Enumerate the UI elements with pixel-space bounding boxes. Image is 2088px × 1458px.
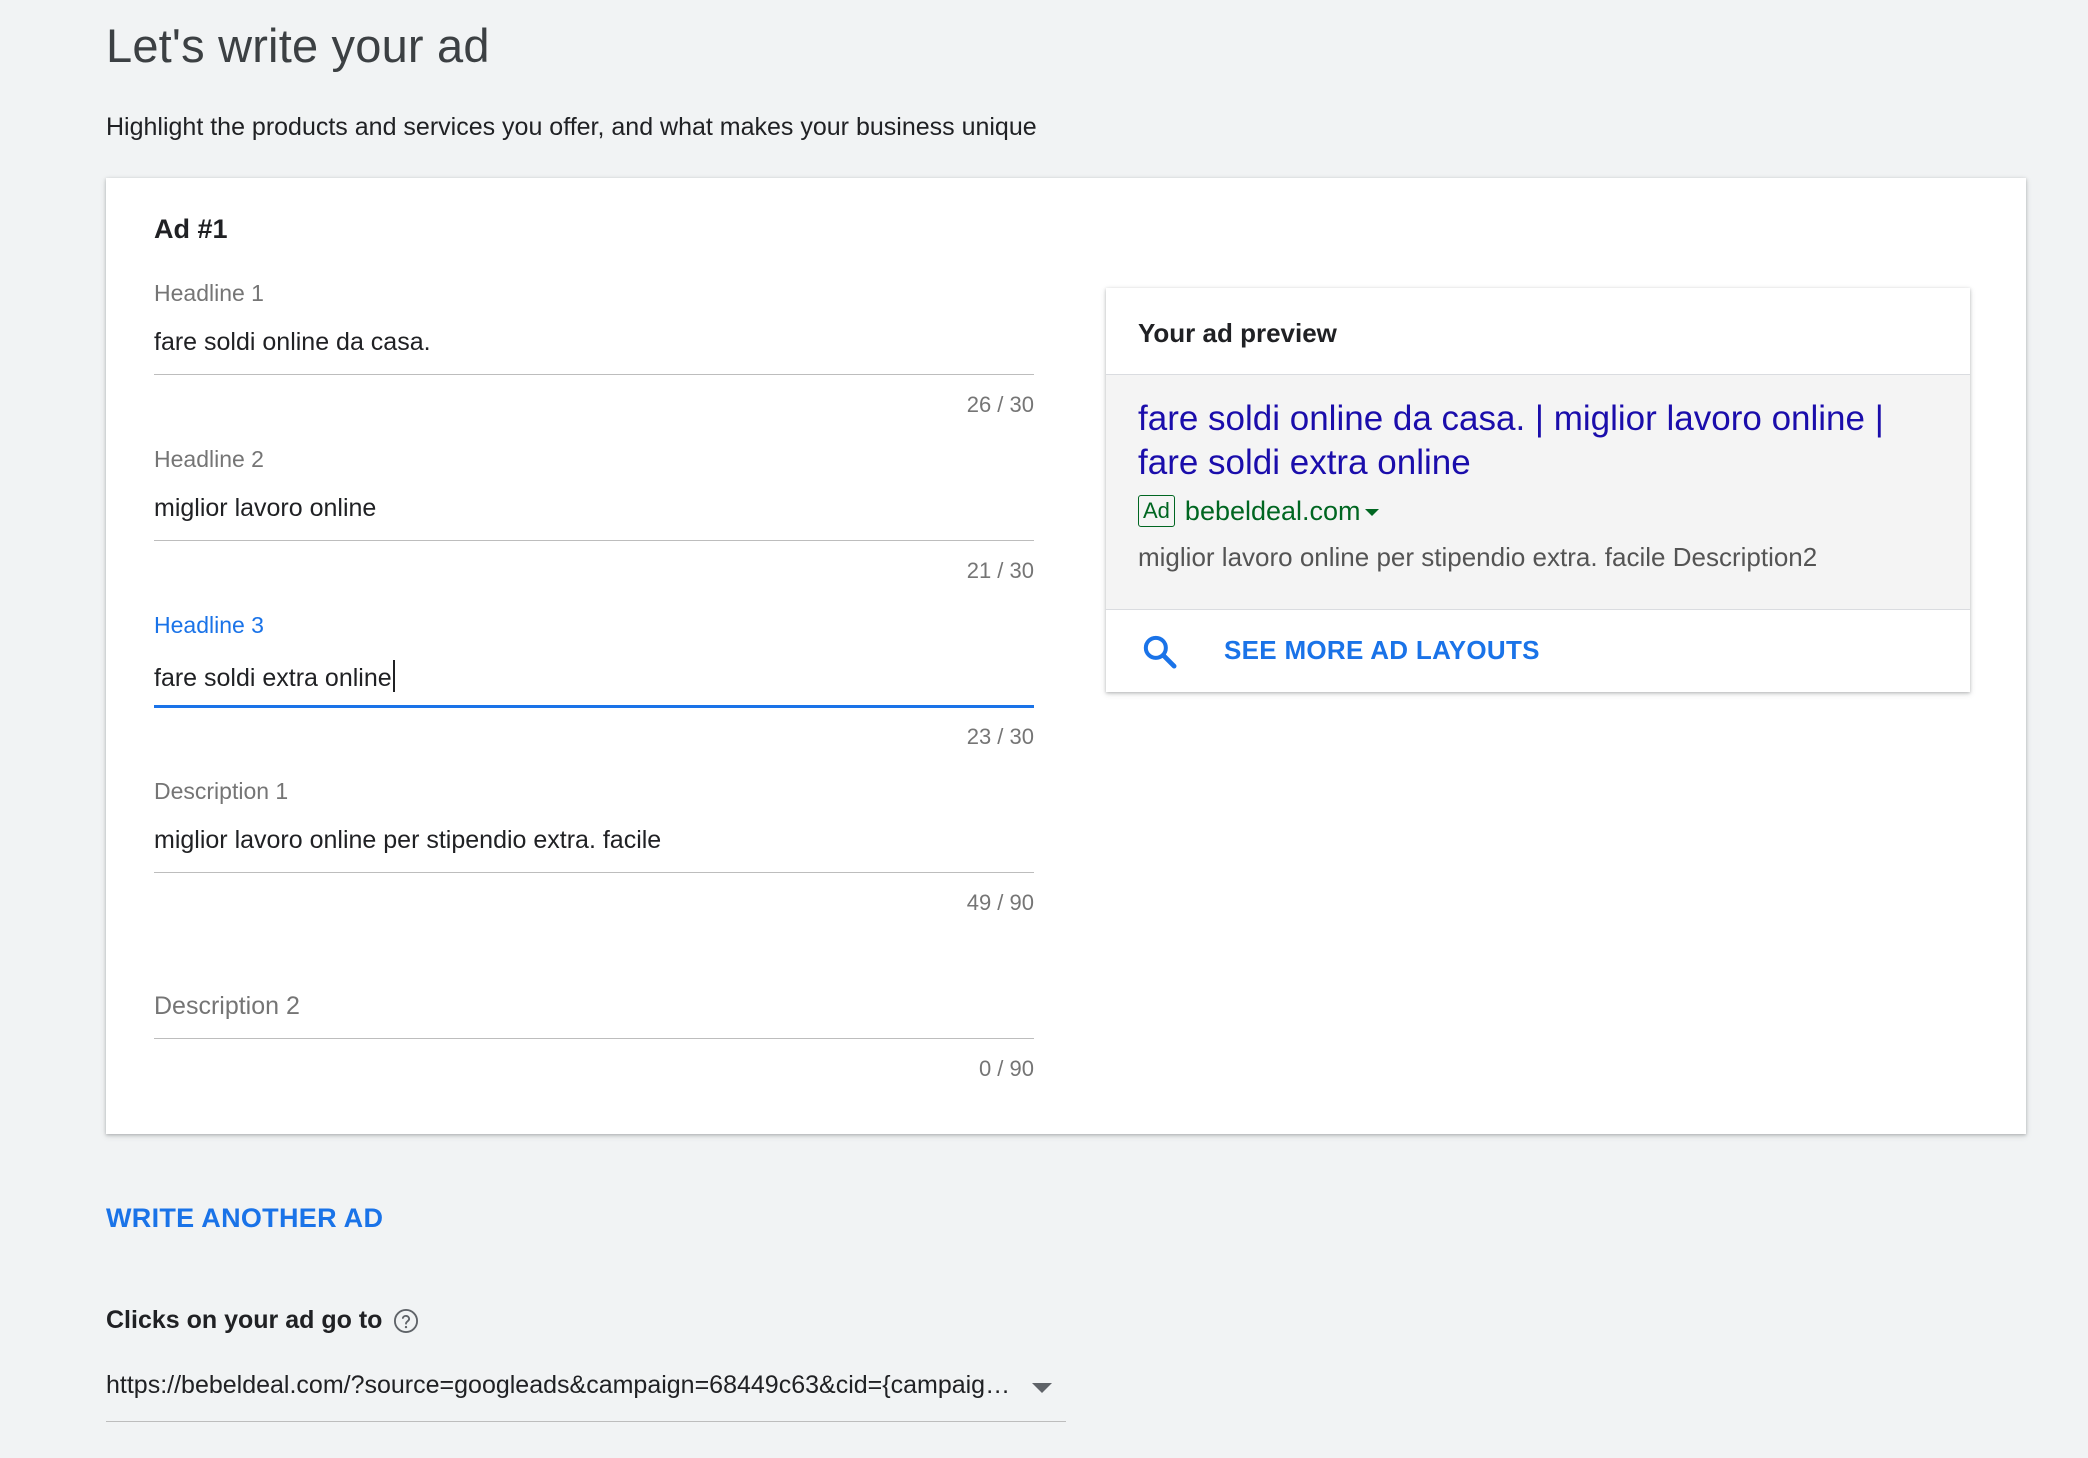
final-url-label-text: Clicks on your ad go to bbox=[106, 1306, 383, 1334]
headline-1-underline bbox=[154, 374, 1034, 375]
final-url-label: Clicks on your ad go to bbox=[106, 1306, 420, 1335]
headline-3-input-text: fare soldi extra online bbox=[154, 664, 392, 692]
description-1-counter: 49 / 90 bbox=[966, 890, 1034, 915]
headline-1-counter: 26 / 30 bbox=[966, 392, 1034, 417]
caret-down-icon bbox=[1364, 508, 1379, 516]
final-url-dropdown[interactable]: https://bebeldeal.com/?source=googleads&… bbox=[106, 1365, 1066, 1422]
ad-preview-url: bebeldeal.com bbox=[1184, 495, 1361, 526]
headline-2-underline bbox=[154, 540, 1034, 541]
help-circle-icon[interactable] bbox=[392, 1307, 420, 1335]
description-1-underline bbox=[154, 872, 1034, 873]
headline-3-underline bbox=[154, 705, 1034, 708]
ad-preview-description: miglior lavoro online per stipendio extr… bbox=[1138, 542, 1818, 572]
headline-3-counter: 23 / 30 bbox=[966, 724, 1034, 749]
description-2-label: Description 2 bbox=[154, 992, 300, 1020]
final-url-value: https://bebeldeal.com/?source=googleads&… bbox=[106, 1371, 1016, 1399]
ad-preview-header: Your ad preview bbox=[1106, 288, 1970, 375]
description-2-underline bbox=[154, 1038, 1034, 1039]
ad-card: Ad #1 Headline 1 fare soldi online da ca… bbox=[106, 178, 2026, 1134]
page-title: Let's write your ad bbox=[106, 19, 490, 72]
search-icon bbox=[1143, 635, 1177, 669]
headline-2-label: Headline 2 bbox=[154, 446, 264, 472]
headline-1-input[interactable]: fare soldi online da casa. bbox=[154, 328, 431, 357]
headline-2-counter: 21 / 30 bbox=[966, 558, 1034, 583]
headline-3-field[interactable]: Headline 3 fare soldi extra online 23 / … bbox=[154, 612, 1034, 762]
text-cursor bbox=[392, 660, 395, 692]
description-2-counter: 0 / 90 bbox=[978, 1056, 1034, 1081]
ad-preview-title: Your ad preview bbox=[1138, 318, 1337, 348]
headline-2-input[interactable]: miglior lavoro online bbox=[154, 494, 376, 523]
headline-2-field[interactable]: Headline 2 miglior lavoro online 21 / 30 bbox=[154, 446, 1034, 596]
see-more-ad-layouts-button[interactable]: SEE MORE AD LAYOUTS bbox=[1106, 610, 1970, 692]
ad-card-title: Ad #1 bbox=[154, 214, 228, 244]
description-1-field[interactable]: Description 1 miglior lavoro online per … bbox=[154, 778, 1034, 928]
description-1-label: Description 1 bbox=[154, 778, 289, 804]
headline-3-label: Headline 3 bbox=[154, 612, 264, 638]
ad-preview-url-row: Ad bebeldeal.com bbox=[1138, 494, 1379, 528]
write-another-ad-button[interactable]: WRITE ANOTHER AD bbox=[106, 1203, 383, 1234]
description-1-input[interactable]: miglior lavoro online per stipendio extr… bbox=[154, 826, 661, 855]
headline-1-label: Headline 1 bbox=[154, 280, 264, 306]
ad-badge: Ad bbox=[1138, 495, 1175, 527]
ad-preview-headline: fare soldi online da casa. | miglior lav… bbox=[1138, 399, 1884, 482]
headline-3-input[interactable]: fare soldi extra online bbox=[154, 660, 395, 693]
chevron-down-icon[interactable] bbox=[1032, 1383, 1052, 1393]
ad-preview-body: fare soldi online da casa. | miglior lav… bbox=[1106, 375, 1970, 610]
see-more-ad-layouts-label[interactable]: SEE MORE AD LAYOUTS bbox=[1224, 635, 1540, 666]
headline-1-field[interactable]: Headline 1 fare soldi online da casa. 26… bbox=[154, 280, 1034, 430]
ad-preview-card: Your ad preview fare soldi online da cas… bbox=[1106, 288, 1970, 692]
description-2-field[interactable]: Description 2 0 / 90 bbox=[154, 944, 1034, 1094]
page-subtitle: Highlight the products and services you … bbox=[106, 113, 1037, 141]
